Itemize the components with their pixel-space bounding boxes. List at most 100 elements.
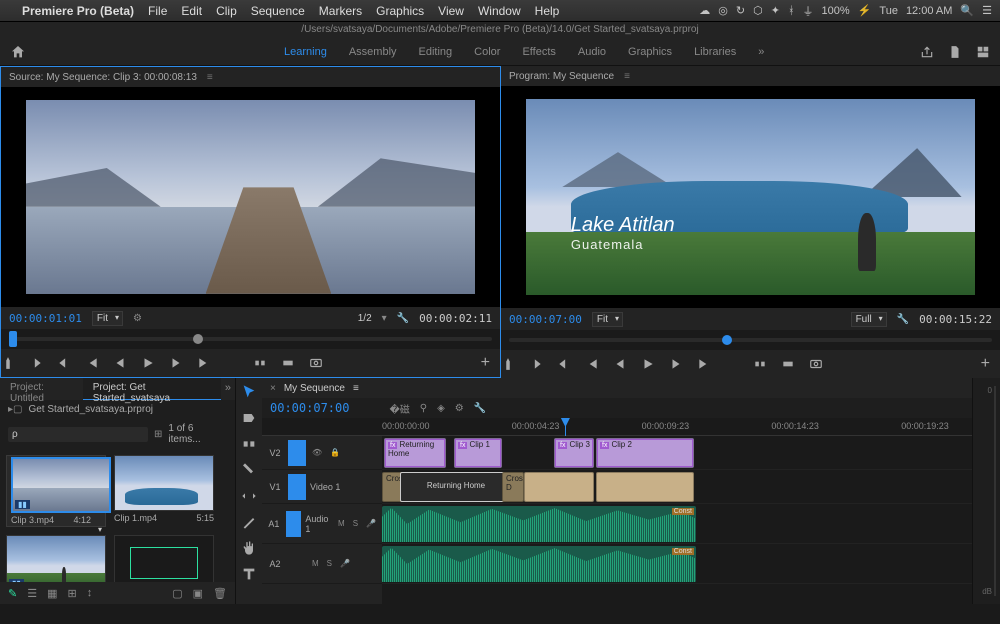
step-back-icon[interactable]	[613, 357, 627, 371]
list-view-icon[interactable]: ☰	[27, 587, 37, 600]
tab-graphics[interactable]: Graphics	[628, 46, 672, 58]
filter-icon[interactable]: ⊞	[154, 429, 162, 440]
clip[interactable]	[596, 472, 694, 502]
out-icon[interactable]	[557, 357, 571, 371]
project-tab-getstarted[interactable]: Project: Get Started_svatsaya	[83, 378, 221, 400]
bin-item[interactable]: ▮▮ Clip 3.mp44:12	[6, 455, 106, 527]
tab-overflow[interactable]: »	[758, 46, 764, 58]
clip-selected[interactable]: Returning Home	[400, 472, 512, 502]
step-fwd-icon[interactable]	[169, 356, 183, 370]
transition[interactable]: Cross D	[502, 472, 524, 502]
new-bin-icon[interactable]: ▢	[172, 587, 182, 600]
add-button-icon[interactable]: +	[981, 355, 990, 373]
timeline-body[interactable]: fxReturning Home fxClip 1 fxClip 3 fxCli…	[382, 436, 972, 604]
track-target-icon[interactable]	[288, 474, 306, 500]
tab-audio[interactable]: Audio	[578, 46, 606, 58]
spotlight-icon[interactable]: 🔍	[960, 4, 974, 17]
clip[interactable]: fxReturning Home	[384, 438, 446, 468]
step-fwd-icon[interactable]	[669, 357, 683, 371]
trash-icon[interactable]: 🗑	[213, 587, 227, 600]
settings-icon[interactable]: ⚙	[455, 403, 464, 414]
track-header-a1[interactable]: A1 Audio 1 MS🎤	[262, 504, 382, 544]
add-button-icon[interactable]: +	[481, 354, 490, 372]
track-header-a2[interactable]: A2 MS🎤	[262, 544, 382, 584]
tab-editing[interactable]: Editing	[419, 46, 453, 58]
home-icon[interactable]	[10, 44, 26, 60]
tab-overflow-icon[interactable]: »	[221, 378, 235, 400]
linked-sel-icon[interactable]: ⚲	[420, 403, 427, 414]
menu-help[interactable]: Help	[535, 4, 560, 18]
menu-file[interactable]: File	[148, 4, 167, 18]
freeform-icon[interactable]: ✎	[8, 587, 17, 600]
pen-tool-icon[interactable]	[241, 514, 257, 530]
cc-icon[interactable]: ◎	[718, 4, 728, 17]
clip[interactable]: fxClip 2	[596, 438, 694, 468]
icon-view-icon[interactable]: ▦	[47, 587, 57, 600]
track-select-tool-icon[interactable]	[241, 410, 257, 426]
track-header-v2[interactable]: V2 👁🔒	[262, 436, 382, 470]
source-fit-select[interactable]: Fit	[92, 311, 123, 326]
source-zoom[interactable]: 1/2	[358, 313, 372, 324]
menu-window[interactable]: Window	[478, 4, 521, 18]
program-scrubber[interactable]	[501, 330, 1000, 350]
wrench-icon[interactable]: 🔧	[397, 313, 409, 324]
in-icon[interactable]	[529, 357, 543, 371]
source-in-tc[interactable]: 00:00:01:01	[9, 312, 82, 325]
menu-edit[interactable]: Edit	[181, 4, 202, 18]
track-target-icon[interactable]	[288, 440, 306, 466]
tab-effects[interactable]: Effects	[522, 46, 555, 58]
share-icon[interactable]	[920, 45, 934, 59]
cloud-icon[interactable]: ☁	[699, 4, 710, 17]
bin-item[interactable]: ▮▮	[6, 535, 106, 582]
clock[interactable]: 12:00 AM	[906, 5, 952, 17]
marker-add-icon[interactable]: ◈	[437, 403, 445, 414]
lift-icon[interactable]	[753, 357, 767, 371]
program-scale-select[interactable]: Full	[851, 312, 887, 327]
menu-graphics[interactable]: Graphics	[376, 4, 424, 18]
quick-export-icon[interactable]	[948, 45, 962, 59]
menu-markers[interactable]: Markers	[319, 4, 362, 18]
freeform-view-icon[interactable]: ⊞	[68, 587, 77, 600]
track-target-icon[interactable]	[286, 511, 302, 537]
ripple-tool-icon[interactable]	[241, 436, 257, 452]
bluetooth-icon[interactable]: ᚼ	[788, 5, 795, 17]
sync-icon[interactable]: ↻	[736, 4, 745, 17]
cc2-icon[interactable]: ✦	[771, 4, 780, 17]
tab-assembly[interactable]: Assembly	[349, 46, 397, 58]
wifi-icon[interactable]: ⏚	[803, 3, 814, 19]
timeline-ruler[interactable]: 00:00:00:00 00:00:04:23 00:00:09:23 00:0…	[262, 418, 972, 436]
goto-out-icon[interactable]	[197, 356, 211, 370]
wrench-icon[interactable]: 🔧	[474, 403, 486, 414]
dropbox-icon[interactable]: ⬡	[753, 4, 763, 17]
export-frame-icon[interactable]	[309, 356, 323, 370]
marker-icon[interactable]	[501, 357, 515, 371]
new-item-icon[interactable]: ▣	[193, 587, 203, 600]
source-viewer[interactable]	[1, 87, 500, 307]
goto-in-icon[interactable]	[585, 357, 599, 371]
source-out-tc[interactable]: 00:00:02:11	[419, 312, 492, 325]
menu-view[interactable]: View	[438, 4, 464, 18]
sort-icon[interactable]: ↕	[87, 587, 93, 599]
program-fit-select[interactable]: Fit	[592, 312, 623, 327]
wrench-icon[interactable]: 🔧	[897, 314, 909, 325]
overwrite-icon[interactable]	[281, 356, 295, 370]
menu-sequence[interactable]: Sequence	[251, 4, 305, 18]
export-frame-icon[interactable]	[809, 357, 823, 371]
panel-menu-icon[interactable]: ≡	[624, 71, 630, 82]
step-back-icon[interactable]	[113, 356, 127, 370]
marker-icon[interactable]	[1, 356, 15, 370]
slip-tool-icon[interactable]	[241, 488, 257, 504]
audio-clip[interactable]: Const	[382, 546, 696, 582]
extract-icon[interactable]	[781, 357, 795, 371]
audio-clip[interactable]: Const	[382, 506, 696, 542]
selection-tool-icon[interactable]	[241, 384, 257, 400]
out-icon[interactable]	[57, 356, 71, 370]
track-header-v1[interactable]: V1 Video 1	[262, 470, 382, 504]
bin-item[interactable]: Clip 1.mp45:15	[114, 455, 214, 527]
tab-color[interactable]: Color	[474, 46, 500, 58]
clip[interactable]	[524, 472, 594, 502]
hand-tool-icon[interactable]	[241, 540, 257, 556]
app-name[interactable]: Premiere Pro (Beta)	[22, 4, 134, 18]
tab-libraries[interactable]: Libraries	[694, 46, 736, 58]
tab-learning[interactable]: Learning	[284, 46, 327, 58]
